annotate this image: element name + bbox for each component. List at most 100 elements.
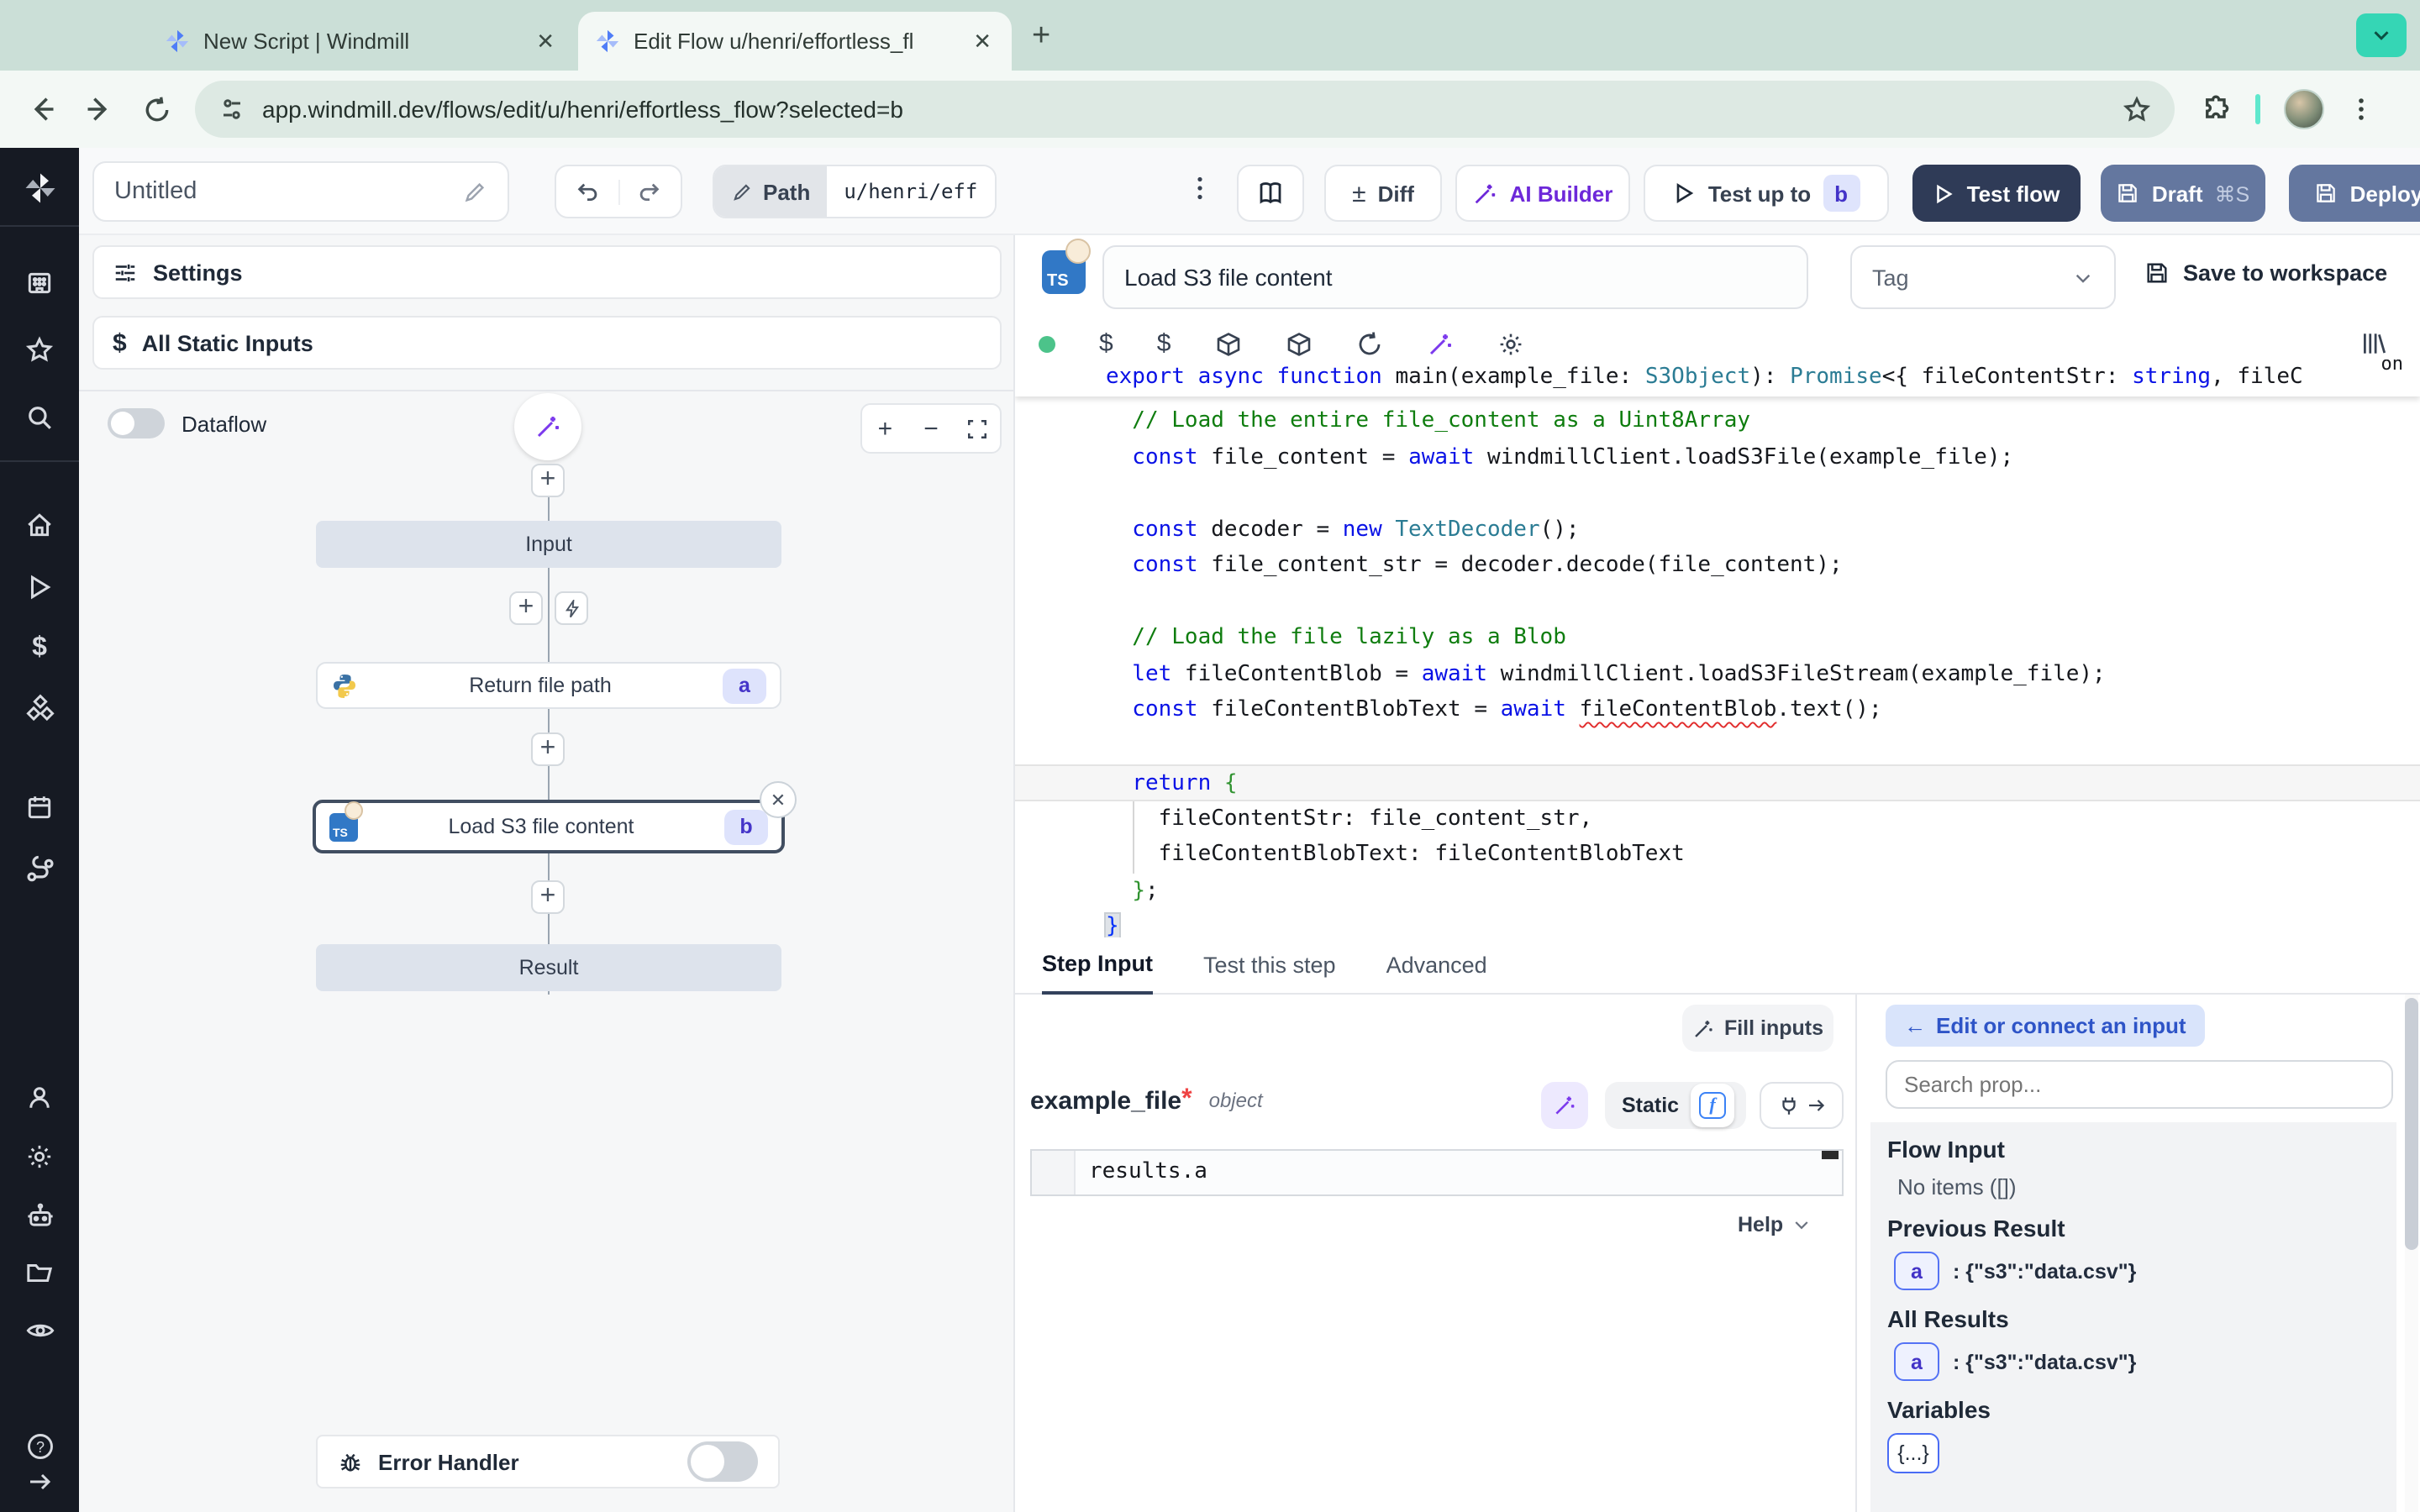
redo-button[interactable] xyxy=(618,179,681,204)
undo-button[interactable] xyxy=(556,179,618,204)
library-icon[interactable] xyxy=(2360,329,2388,358)
sidebar-item-workspace[interactable] xyxy=(0,269,79,297)
path-label-segment[interactable]: Path xyxy=(714,166,827,217)
more-options-icon[interactable] xyxy=(1188,171,1212,205)
flow-settings-row[interactable]: Settings xyxy=(92,245,1002,299)
test-flow-button[interactable]: Test flow xyxy=(1912,165,2081,222)
fill-inputs-button[interactable]: Fill inputs xyxy=(1682,1005,1833,1052)
remove-step-button[interactable]: ✕ xyxy=(760,781,797,818)
path-value[interactable]: u/henri/eff xyxy=(827,166,994,217)
search-icon[interactable] xyxy=(0,403,79,432)
sidebar-item-folders[interactable] xyxy=(0,1258,79,1287)
static-inputs-icon[interactable]: $ xyxy=(1099,329,1113,358)
add-step-button[interactable]: + xyxy=(531,880,565,914)
chrome-menu-icon[interactable] xyxy=(2348,96,2375,123)
tab-test-this-step[interactable]: Test this step xyxy=(1203,953,1336,993)
all-results-row[interactable]: a : {"s3":"data.csv"} xyxy=(1894,1342,2380,1381)
test-up-to-button[interactable]: Test up to b xyxy=(1644,165,1889,222)
graph-node-input[interactable]: Input xyxy=(316,521,781,568)
tab-close-icon[interactable]: ✕ xyxy=(970,28,995,55)
expression-editor[interactable]: results.a xyxy=(1030,1149,1844,1196)
collapse-sidebar-icon[interactable] xyxy=(0,1468,79,1495)
code-editor[interactable]: export async function main(example_file:… xyxy=(1015,360,2420,937)
diff-button[interactable]: ± Diff xyxy=(1324,165,1442,222)
ai-flow-wand-button[interactable] xyxy=(514,393,581,460)
variables-icon[interactable]: $ xyxy=(1157,329,1171,358)
static-label[interactable]: Static xyxy=(1622,1094,1679,1117)
add-step-button[interactable]: + xyxy=(531,732,565,766)
result-value[interactable]: : {"s3":"data.csv"} xyxy=(1953,1350,2136,1373)
bookmark-star-icon[interactable] xyxy=(2123,95,2151,123)
ai-builder-button[interactable]: AI Builder xyxy=(1455,165,1630,222)
input-mode-segment[interactable]: Static f xyxy=(1605,1082,1746,1129)
tab-close-icon[interactable]: ✕ xyxy=(533,28,558,55)
sidebar-item-flows[interactable] xyxy=(0,855,79,885)
extensions-icon[interactable] xyxy=(2202,94,2232,124)
draft-button[interactable]: Draft ⌘S xyxy=(2101,165,2265,222)
reload-icon[interactable] xyxy=(1355,330,1382,357)
ai-wand-icon[interactable] xyxy=(1426,330,1453,357)
graph-node-step-b-selected[interactable]: TS Load S3 file content b xyxy=(313,800,785,853)
result-badge[interactable]: a xyxy=(1894,1342,1939,1381)
sidebar-item-users[interactable] xyxy=(0,1084,79,1112)
avatar[interactable] xyxy=(2284,89,2324,129)
deploy-button[interactable]: Deploy xyxy=(2289,165,2420,222)
tab-search-button[interactable] xyxy=(2356,13,2407,57)
connect-input-button[interactable] xyxy=(1760,1082,1844,1129)
graph-node-step-a[interactable]: Return file path a xyxy=(316,662,781,709)
url-text[interactable]: app.windmill.dev/flows/edit/u/henri/effo… xyxy=(262,96,2106,123)
scrollbar-thumb[interactable] xyxy=(2405,998,2418,1250)
scrollbar[interactable] xyxy=(2405,995,2418,1512)
all-static-inputs-row[interactable]: $ All Static Inputs xyxy=(92,316,1002,370)
reload-button[interactable] xyxy=(128,95,185,123)
sidebar-item-variables[interactable]: $ xyxy=(0,633,79,664)
search-prop-input[interactable] xyxy=(1886,1060,2393,1109)
tag-select[interactable]: Tag xyxy=(1850,245,2116,309)
add-trigger-button[interactable] xyxy=(555,591,588,625)
edit-or-connect-button[interactable]: ← Edit or connect an input xyxy=(1886,1005,2205,1047)
add-step-button[interactable]: + xyxy=(509,591,543,625)
windmill-logo[interactable] xyxy=(0,171,79,205)
code-lines[interactable]: // Load the entire file_content as a Uin… xyxy=(1015,403,2420,937)
expression-text[interactable]: results.a xyxy=(1076,1151,1207,1194)
site-info-icon[interactable] xyxy=(218,96,245,123)
sidebar-item-runs[interactable] xyxy=(0,573,79,601)
address-bar[interactable]: app.windmill.dev/flows/edit/u/henri/effo… xyxy=(195,81,2175,138)
sidebar-item-workers[interactable] xyxy=(0,1201,79,1231)
result-badge[interactable]: a xyxy=(1894,1252,1939,1290)
ai-fill-button[interactable] xyxy=(1541,1082,1588,1129)
path-group[interactable]: Path u/henri/eff xyxy=(713,165,996,218)
error-handler-toggle[interactable] xyxy=(687,1441,758,1482)
add-step-button[interactable]: + xyxy=(531,464,565,497)
result-value[interactable]: : {"s3":"data.csv"} xyxy=(1953,1259,2136,1283)
package-icon[interactable] xyxy=(1285,330,1312,357)
docs-button[interactable] xyxy=(1237,165,1304,222)
graph-node-result[interactable]: Result xyxy=(316,944,781,991)
zoom-out-button[interactable]: − xyxy=(908,405,955,452)
browser-tab-edit-flow[interactable]: Edit Flow u/henri/effortless_fl ✕ xyxy=(578,12,1012,71)
sidebar-item-resources[interactable] xyxy=(0,694,79,724)
sidebar-item-settings[interactable] xyxy=(0,1142,79,1171)
browser-tab-new-script[interactable]: New Script | Windmill ✕ xyxy=(148,12,575,71)
help-icon[interactable]: ? xyxy=(0,1431,79,1462)
flow-name-field[interactable]: Untitled xyxy=(92,161,509,222)
forward-button[interactable] xyxy=(71,94,128,124)
variables-badge[interactable]: {...} xyxy=(1887,1433,1939,1473)
pencil-icon[interactable] xyxy=(462,179,487,204)
sidebar-item-schedules[interactable] xyxy=(0,793,79,822)
code-sticky-line[interactable]: export async function main(example_file:… xyxy=(1015,360,2420,396)
dataflow-toggle[interactable] xyxy=(108,408,165,438)
previous-result-row[interactable]: a : {"s3":"data.csv"} xyxy=(1894,1252,2380,1290)
help-toggle[interactable]: Help xyxy=(1738,1213,1812,1236)
javascript-mode-selected[interactable]: f xyxy=(1691,1084,1734,1127)
zoom-in-button[interactable]: + xyxy=(862,405,908,452)
fit-view-button[interactable] xyxy=(954,405,1000,452)
error-handler-row[interactable]: Error Handler xyxy=(316,1435,780,1488)
gear-icon[interactable] xyxy=(1497,330,1523,357)
back-button[interactable] xyxy=(13,94,71,124)
sidebar-item-audit-logs[interactable] xyxy=(0,1315,79,1346)
sidebar-item-favorites[interactable] xyxy=(0,336,79,365)
package-icon[interactable] xyxy=(1214,330,1241,357)
tab-step-input[interactable]: Step Input xyxy=(1042,951,1153,995)
sidebar-item-home[interactable] xyxy=(0,511,79,539)
